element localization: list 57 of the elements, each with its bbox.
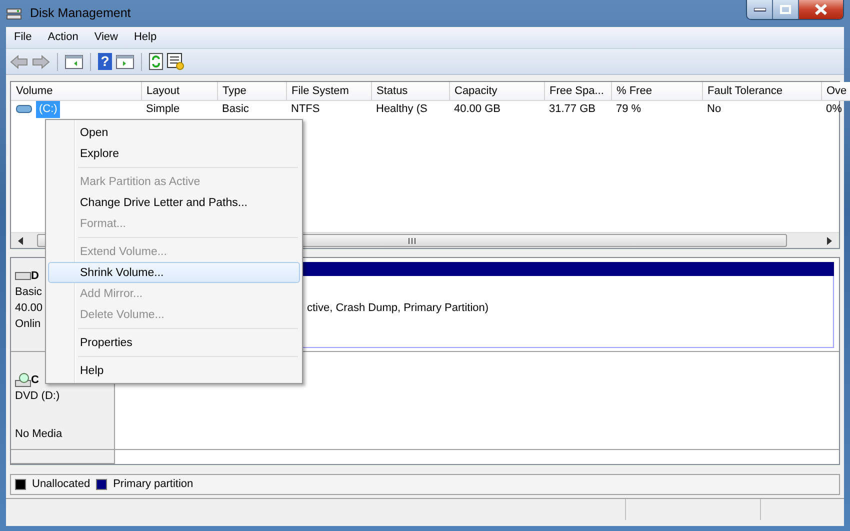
table-cell: Simple <box>146 103 180 115</box>
disk-type: Basic <box>15 285 42 300</box>
column-header[interactable]: Free Spa... <box>544 82 611 100</box>
table-cell: 0% <box>826 103 842 115</box>
window-title: Disk Management <box>30 5 131 22</box>
column-header[interactable]: % Free <box>611 82 702 100</box>
partition-info: ctive, Crash Dump, Primary Partition) <box>307 302 489 314</box>
menu-item[interactable]: Explore <box>48 143 300 164</box>
menu-item[interactable]: Help <box>48 360 300 381</box>
column-header[interactable]: Ove <box>821 82 850 100</box>
disk-name: C <box>31 373 39 388</box>
menu-item[interactable]: Help <box>126 27 165 48</box>
disk-management-icon <box>6 6 22 20</box>
table-cell: 40.00 GB <box>454 103 500 115</box>
close-button[interactable] <box>799 0 843 19</box>
legend-label: Primary partition <box>113 477 194 492</box>
column-header[interactable]: File System <box>286 82 371 100</box>
table-cell: Healthy (S <box>376 103 428 115</box>
table-cell: Basic <box>222 103 249 115</box>
column-header[interactable]: Capacity <box>449 82 544 100</box>
show-hide-tree-icon[interactable] <box>65 54 83 68</box>
table-cell: NTFS <box>291 103 320 115</box>
disk-status: No Media <box>15 427 62 442</box>
forward-arrow-icon[interactable] <box>32 54 50 68</box>
minimize-icon <box>754 8 766 12</box>
table-cell: No <box>707 103 722 115</box>
disk-status: Onlin <box>15 317 41 332</box>
menu-item[interactable]: Shrink Volume... <box>48 262 300 283</box>
menu-item[interactable]: Properties <box>48 332 300 353</box>
menu-item[interactable]: Open <box>48 122 300 143</box>
drive-icon <box>16 104 32 114</box>
table-cell: 31.77 GB <box>549 103 596 115</box>
help-button[interactable]: ? <box>98 53 112 70</box>
disk-type: DVD (D:) <box>15 389 60 404</box>
column-header[interactable]: Status <box>371 82 449 100</box>
column-header[interactable]: Type <box>217 82 286 100</box>
menu-item[interactable]: Change Drive Letter and Paths... <box>48 192 300 213</box>
disk-name: D <box>31 269 39 284</box>
disk-size: 40.00 <box>15 301 43 316</box>
cd-drive-icon <box>15 373 31 388</box>
refresh-icon[interactable] <box>149 53 163 70</box>
menu-item[interactable]: Action <box>40 27 86 48</box>
properties-icon[interactable] <box>167 53 184 70</box>
table-cell: 79 % <box>616 103 642 115</box>
column-header[interactable]: Layout <box>141 82 217 100</box>
column-header[interactable]: Volume <box>11 82 141 100</box>
back-arrow-icon[interactable] <box>10 54 28 68</box>
show-hide-pane-icon[interactable] <box>116 54 134 68</box>
maximize-icon <box>780 5 791 14</box>
menu-item[interactable]: View <box>86 27 126 48</box>
close-icon <box>814 4 828 15</box>
legend-label: Unallocated <box>32 477 90 492</box>
minimize-button[interactable] <box>747 0 773 19</box>
menu-item[interactable]: File <box>6 27 40 48</box>
column-header[interactable]: Fault Tolerance <box>702 82 821 100</box>
maximize-button[interactable] <box>773 0 799 19</box>
disk-drive-icon <box>15 271 31 281</box>
